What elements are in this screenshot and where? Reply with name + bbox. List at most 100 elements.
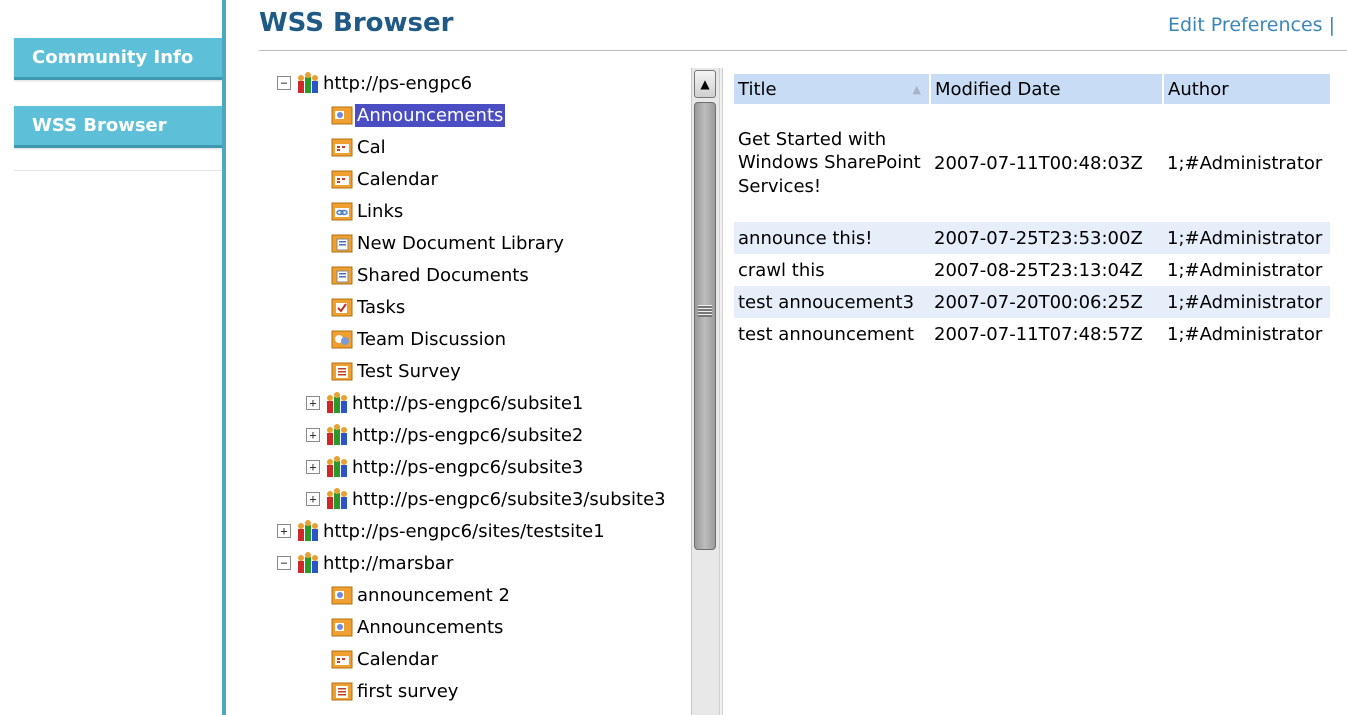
- tree-node-list[interactable]: Calendar: [331, 644, 440, 674]
- links-icon: [331, 202, 353, 221]
- announcements-icon: [331, 106, 353, 125]
- tree-node-list[interactable]: Links: [331, 196, 405, 226]
- scroll-up-arrow-icon[interactable]: ▲: [694, 70, 716, 98]
- tree-node-label: Calendar: [357, 168, 438, 190]
- expand-toggle-icon[interactable]: +: [277, 524, 291, 538]
- table-row[interactable]: announce this! 2007-07-25T23:53:00Z 1;#A…: [734, 222, 1330, 254]
- tree-node-list[interactable]: Calendar: [331, 164, 440, 194]
- tree-node-site[interactable]: + http://ps-engpc6/subsite3: [306, 452, 585, 482]
- tree-node-label: first survey: [357, 680, 459, 702]
- cell-author: 1;#Administrator: [1167, 152, 1323, 174]
- pane-splitter[interactable]: [719, 68, 723, 715]
- edit-preferences-link[interactable]: Edit Preferences |: [1168, 14, 1335, 36]
- tree-node-label: http://ps-engpc6/subsite3/subsite3: [352, 488, 666, 510]
- expand-toggle-icon[interactable]: +: [306, 428, 320, 442]
- items-grid: Title ▲ Modified Date Author Get Started…: [734, 74, 1330, 350]
- survey-icon: [331, 362, 353, 381]
- tree-node-site[interactable]: + http://ps-engpc6/subsite1: [306, 388, 585, 418]
- header-rule: [259, 50, 1347, 51]
- tree-node-list[interactable]: announcement 2: [331, 580, 512, 610]
- tree-node-site[interactable]: + http://ps-engpc6/subsite2: [306, 420, 585, 450]
- column-header-modified-date[interactable]: Modified Date: [930, 74, 1164, 104]
- scrollbar-grip-icon: [698, 305, 712, 317]
- site-people-icon: [298, 552, 318, 573]
- survey-icon: [331, 682, 353, 701]
- expand-toggle-icon[interactable]: +: [306, 396, 320, 410]
- tree-node-site[interactable]: + http://ps-engpc6/sites/testsite1: [277, 516, 607, 546]
- tree-node-list[interactable]: first survey: [331, 676, 460, 706]
- sort-ascending-icon: ▲: [912, 83, 921, 96]
- column-header-label: Title: [738, 78, 777, 100]
- nav-vertical-rule: [222, 0, 226, 715]
- tree-node-label: Cal: [357, 136, 386, 158]
- tree-node-label: New Document Library: [357, 232, 564, 254]
- tree-node-label: Test Survey: [357, 360, 461, 382]
- announcements-icon: [331, 618, 353, 637]
- tree-node-list[interactable]: Team Discussion: [331, 324, 508, 354]
- tree-node-label: http://ps-engpc6: [323, 72, 473, 94]
- site-tree: − http://ps-engpc6 Announcements Cal Cal…: [259, 68, 691, 715]
- tree-node-label: Announcements: [357, 616, 504, 638]
- expand-toggle-icon[interactable]: +: [306, 460, 320, 474]
- discussion-icon: [331, 330, 353, 349]
- tree-node-label: Links: [357, 200, 404, 222]
- cell-author: 1;#Administrator: [1167, 323, 1323, 345]
- column-header-title[interactable]: Title ▲: [734, 74, 931, 104]
- cell-modified-date: 2007-07-11T00:48:03Z: [934, 152, 1143, 174]
- cell-title: Get Started with Windows SharePoint Serv…: [738, 128, 921, 197]
- collapse-toggle-icon[interactable]: −: [277, 556, 291, 570]
- site-people-icon: [298, 520, 318, 541]
- cell-title: crawl this: [738, 259, 825, 281]
- tree-node-label: http://ps-engpc6/subsite3: [352, 456, 584, 478]
- tree-node-list[interactable]: Cal: [331, 132, 388, 162]
- tree-node-label: Calendar: [357, 648, 438, 670]
- document-library-icon: [331, 266, 353, 285]
- tree-node-list[interactable]: Shared Documents: [331, 260, 531, 290]
- tree-node-site[interactable]: − http://ps-engpc6: [277, 68, 474, 98]
- table-row[interactable]: test announcement 2007-07-11T07:48:57Z 1…: [734, 318, 1330, 350]
- scrollbar-thumb[interactable]: [694, 102, 716, 550]
- cell-modified-date: 2007-08-25T23:13:04Z: [934, 259, 1143, 281]
- tree-node-label: http://ps-engpc6/subsite2: [352, 424, 584, 446]
- cell-author: 1;#Administrator: [1163, 286, 1330, 318]
- cell-modified-date: 2007-07-20T00:06:25Z: [930, 286, 1163, 318]
- tree-node-label: Shared Documents: [357, 264, 529, 286]
- tree-scrollbar[interactable]: ▲: [691, 68, 719, 715]
- expand-toggle-icon[interactable]: +: [306, 492, 320, 506]
- tree-node-label: announcement 2: [357, 584, 510, 606]
- calendar-icon: [331, 650, 353, 669]
- announcements-icon: [331, 586, 353, 605]
- left-nav: Community Info WSS Browser: [0, 0, 222, 715]
- tree-node-list[interactable]: Announcements: [331, 612, 505, 642]
- collapse-toggle-icon[interactable]: −: [277, 76, 291, 90]
- site-people-icon: [327, 392, 347, 413]
- cell-modified-date: 2007-07-11T07:48:57Z: [934, 323, 1143, 345]
- site-people-icon: [327, 424, 347, 445]
- tree-node-label: http://marsbar: [323, 552, 454, 574]
- table-row[interactable]: Get Started with Windows SharePoint Serv…: [734, 104, 1330, 222]
- tree-node-label: http://ps-engpc6/subsite1: [352, 392, 584, 414]
- nav-community-info-button[interactable]: Community Info: [14, 38, 222, 80]
- site-people-icon: [327, 488, 347, 509]
- tree-node-list[interactable]: New Document Library: [331, 228, 566, 258]
- site-people-icon: [298, 72, 318, 93]
- cell-title: test annoucement3: [734, 286, 930, 318]
- site-people-icon: [327, 456, 347, 477]
- tree-node-list[interactable]: Announcements: [331, 100, 506, 130]
- nav-wss-browser-button[interactable]: WSS Browser: [14, 106, 222, 148]
- column-header-author[interactable]: Author: [1163, 74, 1330, 104]
- tree-node-label: http://ps-engpc6/sites/testsite1: [323, 520, 605, 542]
- table-row[interactable]: test annoucement3 2007-07-20T00:06:25Z 1…: [734, 286, 1330, 318]
- tree-node-site[interactable]: − http://marsbar: [277, 548, 455, 578]
- document-library-icon: [331, 234, 353, 253]
- tree-node-label: Team Discussion: [357, 328, 507, 350]
- tree-node-site[interactable]: + http://ps-engpc6/subsite3/subsite3: [306, 484, 668, 514]
- tree-node-list[interactable]: Tasks: [331, 292, 407, 322]
- tree-node-label: Announcements: [355, 103, 506, 127]
- calendar-icon: [331, 138, 353, 157]
- table-row[interactable]: crawl this 2007-08-25T23:13:04Z 1;#Admin…: [734, 254, 1330, 286]
- cell-author: 1;#Administrator: [1167, 259, 1323, 281]
- grid-header-row: Title ▲ Modified Date Author: [734, 74, 1330, 104]
- calendar-icon: [331, 170, 353, 189]
- tree-node-list[interactable]: Test Survey: [331, 356, 463, 386]
